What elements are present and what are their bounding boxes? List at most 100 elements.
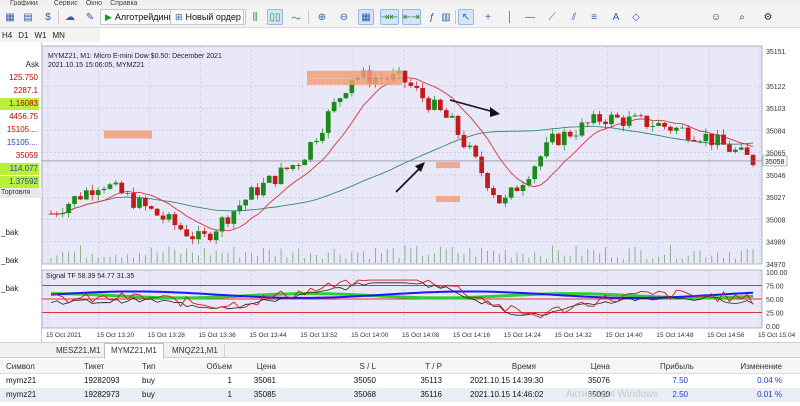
candle-body — [597, 114, 602, 122]
column-header[interactable]: Объем — [200, 360, 233, 374]
table-cell: 35076 — [587, 376, 610, 385]
candle-body — [620, 117, 626, 126]
quote-row[interactable]: 125.750 — [0, 72, 39, 84]
candle-body — [202, 231, 207, 234]
column-header[interactable]: Тикет — [84, 360, 124, 374]
trading-tab[interactable]: Торговля — [0, 188, 42, 198]
channel-icon[interactable]: ⫽ — [566, 9, 582, 25]
quote-row[interactable]: 15105.... — [0, 137, 39, 149]
quote-row[interactable]: 1.37592 — [0, 176, 39, 188]
quote-row[interactable]: 1.16083 — [0, 98, 39, 110]
quote-row[interactable]: 114.077 — [0, 163, 39, 175]
zoom-in-icon[interactable]: ⊕ — [314, 9, 330, 25]
line-chart-icon[interactable]: 〜 — [288, 9, 304, 25]
candle-body — [72, 196, 77, 204]
candle-body — [485, 173, 490, 189]
vertical-line-icon[interactable]: │ — [502, 9, 518, 25]
price-axis-label: 35008 — [766, 217, 786, 224]
candle-body — [160, 215, 166, 220]
new-order-button[interactable]: ⊞ Новый ордер — [170, 9, 246, 25]
quote-row[interactable]: 35059 — [0, 150, 39, 162]
algo-trading-button[interactable]: ▶ Алготрейдинг — [100, 9, 177, 25]
price-axis-label: 35027 — [766, 195, 786, 202]
column-header[interactable]: T / P — [410, 360, 442, 374]
ask-header[interactable]: Ask — [26, 60, 39, 69]
navigator-item[interactable]: _bak — [1, 256, 18, 265]
table-cell: 35085 — [253, 390, 276, 399]
candle-body — [95, 190, 101, 195]
templates-icon[interactable]: ▥ — [438, 9, 454, 25]
candle-body — [337, 98, 343, 102]
account-icon[interactable]: ☺ — [708, 9, 724, 25]
cloud-icon[interactable]: ☁ — [62, 9, 78, 25]
trendline-icon[interactable]: ⟋ — [544, 9, 560, 25]
price-chart[interactable]: 3512235103350843506535046350273500834989… — [41, 42, 800, 342]
play-icon: ▶ — [105, 11, 112, 22]
quote-row[interactable]: 15105.... — [0, 124, 39, 136]
time-axis-label: 15 Oct 14:40 — [605, 332, 643, 339]
candles-icon[interactable]: ▯▯ — [267, 9, 283, 25]
search-icon[interactable]: ⌕ — [734, 9, 750, 25]
candle-body — [119, 182, 125, 194]
metaeditor-icon[interactable]: ✎ — [82, 9, 98, 25]
candle-body — [78, 196, 83, 200]
candle-body — [609, 114, 614, 125]
chart-area[interactable]: 35122 35103 35084 35065 35046 35027 35008 34989… — [41, 42, 800, 342]
table-cell: mymz21 — [6, 390, 37, 399]
chart-shift-icon[interactable]: ⇤⇥ — [402, 9, 421, 25]
candle-body — [508, 187, 514, 198]
tab-mymz21[interactable]: MYMZ21,M1 — [104, 343, 164, 359]
table-row[interactable]: mymz21 19282093 buy 1 35061 35050 35113 2021.10… — [0, 374, 800, 388]
price-axis-label: 34989 — [766, 240, 786, 247]
candle-body — [544, 142, 549, 157]
profiles-icon[interactable]: ▤ — [20, 9, 36, 25]
candle-body — [709, 133, 715, 146]
grid-icon[interactable]: ▦ — [358, 9, 374, 25]
candle-body — [290, 164, 296, 170]
table-row[interactable]: mymz21 19282973 buy 1 35085 35068 35116 2021.10… — [0, 388, 800, 402]
crosshair-icon[interactable]: + — [480, 9, 496, 25]
timeframe-d1[interactable]: D1 — [18, 31, 28, 40]
column-header[interactable]: Прибыль — [660, 360, 694, 374]
column-header[interactable]: Цена — [246, 360, 276, 374]
new-chart-icon[interactable]: ▦ — [2, 9, 18, 25]
algo-trading-label: Алготрейдинг — [114, 12, 172, 22]
column-header[interactable]: Символ — [6, 360, 54, 374]
candle-body — [48, 213, 54, 215]
candle-body — [697, 141, 703, 143]
settings-icon[interactable]: ⚙ — [760, 9, 776, 25]
fibo-icon[interactable]: ≡ — [586, 9, 602, 25]
candle-body — [249, 187, 254, 200]
column-header[interactable]: Цена — [584, 360, 610, 374]
navigator-item[interactable]: _bak — [1, 228, 18, 237]
candle-body — [632, 115, 638, 117]
tab-mesz21[interactable]: MESZ21,M1 — [50, 344, 108, 358]
shapes-icon[interactable]: ◇ — [628, 9, 644, 25]
timeframe-w1[interactable]: W1 — [34, 31, 46, 40]
timeframe-mn[interactable]: MN — [52, 31, 64, 40]
column-header[interactable]: Время — [470, 360, 536, 374]
navigator-item[interactable]: _bak — [1, 284, 18, 293]
text-tool-icon[interactable]: A — [608, 9, 624, 25]
candle-body — [414, 85, 420, 88]
timeframe-h4[interactable]: H4 — [2, 31, 12, 40]
column-header[interactable]: S / L — [346, 360, 376, 374]
candle-body — [644, 115, 650, 127]
zoom-out-icon[interactable]: ⊖ — [336, 9, 352, 25]
timeframe-bar: H4 D1 W1 MN — [0, 28, 100, 42]
bar-chart-icon[interactable]: ⫼ — [247, 9, 263, 25]
candle-body — [207, 233, 213, 241]
chart-title: MYMZ21, M1: Micro E-mini Dow $0.50: Dece… — [48, 53, 222, 60]
quote-row[interactable]: 2287.1 — [0, 85, 39, 97]
column-header[interactable]: Тип — [142, 360, 166, 374]
price-axis-label: 35046 — [766, 173, 786, 180]
autoscroll-icon[interactable]: ⇥⇤ — [380, 9, 399, 25]
cursor-icon[interactable]: ↖ — [458, 9, 474, 25]
market-watch-icon[interactable]: $ — [40, 9, 56, 25]
horizontal-line-icon[interactable]: — — [522, 9, 538, 25]
candle-body — [325, 111, 331, 133]
column-header[interactable]: Изменение — [730, 360, 782, 374]
candle-body — [526, 179, 532, 186]
quote-row[interactable]: 4456.75 — [0, 111, 39, 123]
tab-mnqz21[interactable]: MNQZ21,M1 — [166, 344, 225, 358]
